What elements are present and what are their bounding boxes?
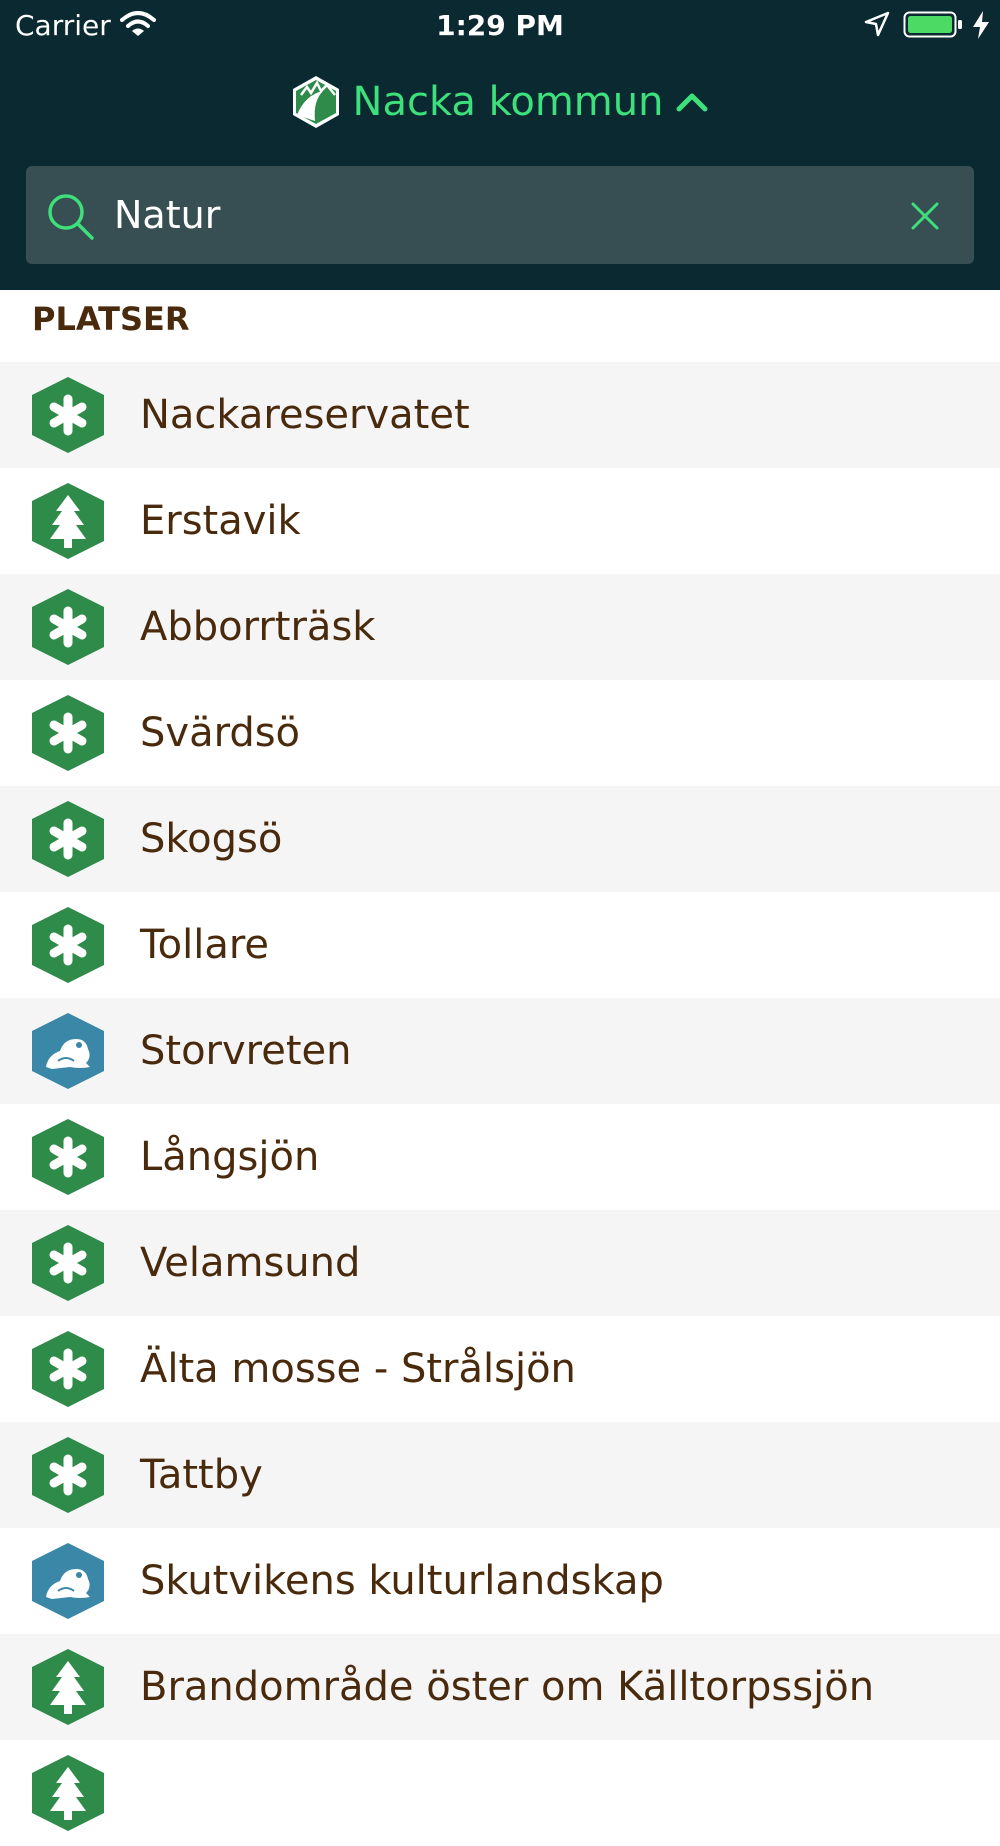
list-item[interactable]: Nackareservatet xyxy=(0,362,1000,468)
status-bar: Carrier 1:29 PM xyxy=(0,0,1000,50)
list-item[interactable]: Skogsö xyxy=(0,786,1000,892)
list-item[interactable]: Svärdsö xyxy=(0,680,1000,786)
places-list: Nackareservatet Erstavik Abborrträsk Svärds… xyxy=(0,362,1000,1846)
location-selector[interactable]: Nacka kommun xyxy=(0,70,1000,134)
location-icon xyxy=(864,11,890,37)
frog-icon xyxy=(32,1013,104,1089)
list-item[interactable]: Erstavik xyxy=(0,468,1000,574)
charging-icon xyxy=(973,11,989,39)
list-item[interactable] xyxy=(0,1740,1000,1846)
section-header: PLATSER xyxy=(32,300,190,338)
list-item-label: Abborrträsk xyxy=(140,604,376,650)
reserve-icon xyxy=(32,1119,104,1195)
list-item[interactable]: Skutvikens kulturlandskap xyxy=(0,1528,1000,1634)
reserve-icon xyxy=(32,1437,104,1513)
tree-icon xyxy=(32,1755,104,1831)
reserve-icon xyxy=(32,589,104,665)
search-bar[interactable]: Natur xyxy=(26,166,974,264)
reserve-icon xyxy=(32,801,104,877)
list-item-label: Nackareservatet xyxy=(140,392,470,438)
nacka-logo-icon xyxy=(292,76,339,128)
list-item-label: Skutvikens kulturlandskap xyxy=(140,1558,664,1604)
list-item[interactable]: Älta mosse - Strålsjön xyxy=(0,1316,1000,1422)
list-item-label: Långsjön xyxy=(140,1134,320,1180)
reserve-icon xyxy=(32,695,104,771)
list-item[interactable]: Velamsund xyxy=(0,1210,1000,1316)
list-item[interactable]: Abborrträsk xyxy=(0,574,1000,680)
list-item-label: Storvreten xyxy=(140,1028,352,1074)
page-title: Nacka kommun xyxy=(352,79,664,125)
tree-icon xyxy=(32,483,104,559)
reserve-icon xyxy=(32,1331,104,1407)
list-item-label: Skogsö xyxy=(140,816,283,862)
list-item[interactable]: Långsjön xyxy=(0,1104,1000,1210)
battery-icon xyxy=(903,11,962,38)
reserve-icon xyxy=(32,907,104,983)
chevron-up-icon xyxy=(676,93,708,112)
list-item[interactable]: Brandområde öster om Källtorpssjön xyxy=(0,1634,1000,1740)
list-item-label: Tattby xyxy=(140,1452,263,1498)
list-item[interactable]: Storvreten xyxy=(0,998,1000,1104)
close-icon[interactable] xyxy=(910,201,940,231)
list-item-label: Älta mosse - Strålsjön xyxy=(140,1346,576,1392)
reserve-icon xyxy=(32,1225,104,1301)
list-item[interactable]: Tollare xyxy=(0,892,1000,998)
list-item-label: Erstavik xyxy=(140,498,301,544)
list-item-label: Velamsund xyxy=(140,1240,361,1286)
list-item[interactable]: Tattby xyxy=(0,1422,1000,1528)
list-item-label: Tollare xyxy=(140,922,270,968)
reserve-icon xyxy=(32,377,104,453)
list-item-label: Brandområde öster om Källtorpssjön xyxy=(140,1664,875,1710)
list-item-label: Svärdsö xyxy=(140,710,301,756)
app-header: Carrier 1:29 PM Nacka kommun Natur xyxy=(0,0,1000,290)
frog-icon xyxy=(32,1543,104,1619)
search-icon xyxy=(48,194,94,240)
tree-icon xyxy=(32,1649,104,1725)
search-input[interactable]: Natur xyxy=(114,166,220,264)
status-time: 1:29 PM xyxy=(436,9,564,42)
